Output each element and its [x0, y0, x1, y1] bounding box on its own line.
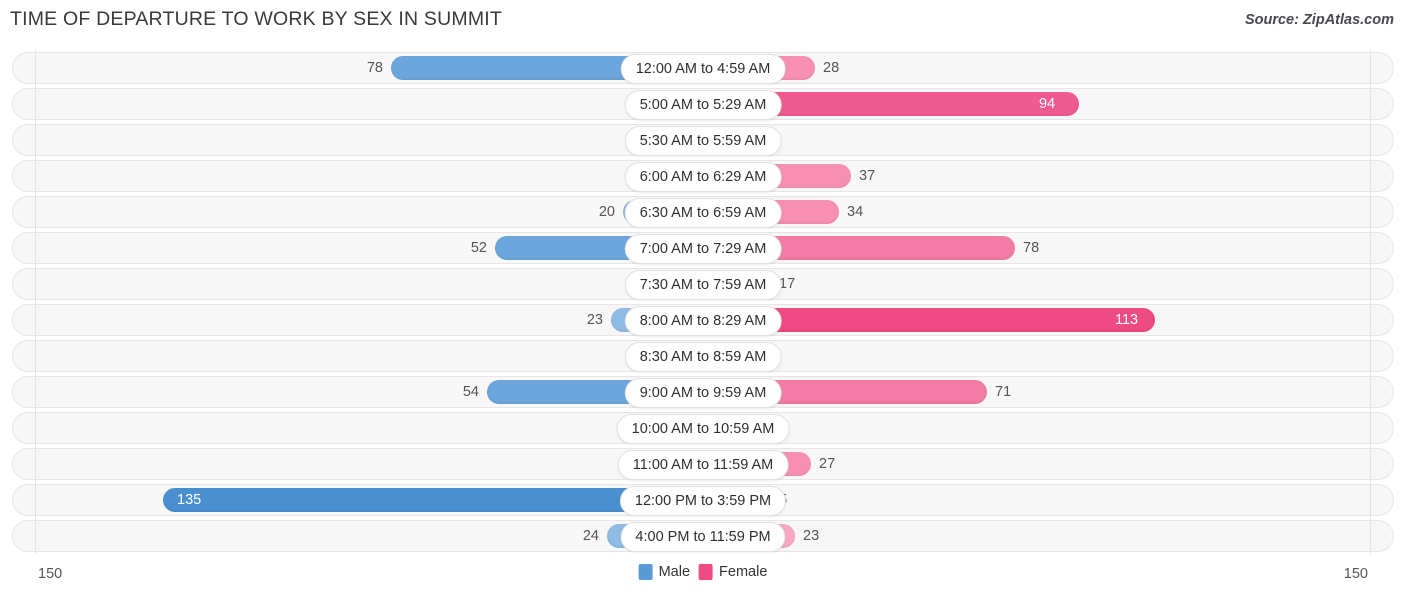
page-title: TIME OF DEPARTURE TO WORK BY SEX IN SUMM… [10, 8, 502, 30]
chart-row: 1351512:00 PM to 3:59 PM [0, 482, 1406, 518]
chart-row: 02711:00 AM to 11:59 AM [0, 446, 1406, 482]
row-category-label: 10:00 AM to 10:59 AM [616, 414, 790, 444]
chart-row: 24 23 4:00 PM to 11:59 PM [0, 518, 1406, 554]
legend-swatch [699, 564, 714, 580]
chart-row: 52 78 7:00 AM to 7:29 AM [0, 230, 1406, 266]
chart-row: 78 28 12:00 AM to 4:59 AM [0, 50, 1406, 86]
row-category-label: 7:00 AM to 7:29 AM [624, 234, 782, 264]
legend-item[interactable]: Female [699, 564, 767, 580]
legend-item[interactable]: Male [638, 564, 691, 580]
row-category-label: 12:00 PM to 3:59 PM [619, 486, 787, 516]
row-category-label: 6:30 AM to 6:59 AM [624, 198, 782, 228]
bar-value-male: 20 [598, 204, 615, 220]
chart-rows: 782812:00 AM to 4:59 AM0945:00 AM to 5:2… [0, 50, 1406, 554]
bar-value-female: 113 [1115, 312, 1139, 328]
row-category-label: 4:00 PM to 11:59 PM [620, 522, 786, 552]
bar-value-female: 34 [847, 204, 864, 220]
row-category-label: 5:30 AM to 5:59 AM [624, 126, 782, 156]
bar-value-female: 28 [823, 60, 840, 76]
row-category-label: 9:00 AM to 9:59 AM [624, 378, 782, 408]
chart-row: 20 34 6:30 AM to 6:59 AM [0, 194, 1406, 230]
bar-value-female: 37 [859, 168, 876, 184]
chart-row: 005:30 AM to 5:59 AM [0, 122, 1406, 158]
legend-label: Male [658, 564, 691, 580]
row-category-label: 11:00 AM to 11:59 AM [617, 450, 789, 480]
bar-value-male: 52 [470, 240, 487, 256]
bar-value-female: 17 [779, 276, 796, 292]
source-attribution: Source: ZipAtlas.com [1244, 12, 1394, 28]
bar-value-male: 135 [177, 492, 202, 508]
chart-row: 008:30 AM to 8:59 AM [0, 338, 1406, 374]
row-category-label: 6:00 AM to 6:29 AM [624, 162, 782, 192]
chart-row: 54 71 9:00 AM to 9:59 AM [0, 374, 1406, 410]
axis-left-max: 150 [38, 566, 63, 582]
chart-legend: Male Female [638, 564, 767, 580]
bar-value-female: 71 [995, 384, 1012, 400]
chart-row: 0945:00 AM to 5:29 AM [0, 86, 1406, 122]
row-category-label: 7:30 AM to 7:59 AM [624, 270, 782, 300]
bar-value-male: 24 [582, 528, 599, 544]
legend-swatch [638, 564, 653, 580]
bar-value-male: 54 [462, 384, 479, 400]
bar-value-female: 78 [1023, 240, 1040, 256]
row-category-label: 8:30 AM to 8:59 AM [624, 342, 782, 372]
bar-value-female: 27 [819, 456, 836, 472]
chart-row: 0376:00 AM to 6:29 AM [0, 158, 1406, 194]
bar-value-male: 23 [586, 312, 603, 328]
legend-label: Female [719, 564, 768, 580]
chart-row: 23 113 8:00 AM to 8:29 AM [0, 302, 1406, 338]
axis-right-max: 150 [1343, 566, 1368, 582]
chart-row: 3177:30 AM to 7:59 AM [0, 266, 1406, 302]
chart-row: 01210:00 AM to 10:59 AM [0, 410, 1406, 446]
row-category-label: 12:00 AM to 4:59 AM [620, 54, 786, 84]
row-category-label: 8:00 AM to 8:29 AM [624, 306, 782, 336]
chart-container: TIME OF DEPARTURE TO WORK BY SEX IN SUMM… [0, 0, 1406, 594]
bar-value-male: 78 [366, 60, 383, 76]
bar-value-female: 94 [1039, 96, 1056, 112]
chart-footer: 150 Male Female 150 [0, 562, 1406, 588]
bar-value-female: 23 [803, 528, 820, 544]
row-category-label: 5:00 AM to 5:29 AM [624, 90, 782, 120]
